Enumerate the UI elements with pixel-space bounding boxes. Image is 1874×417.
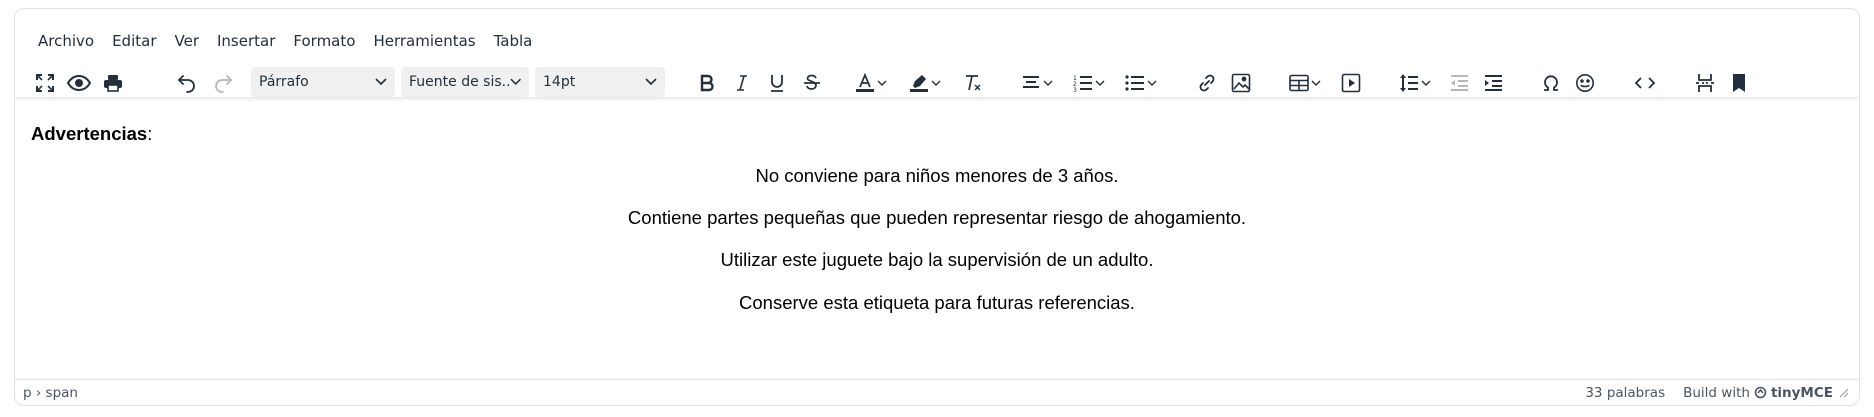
underline-button[interactable] [761, 63, 793, 103]
menu-tabla[interactable]: Tabla [485, 24, 542, 58]
undo-icon [178, 75, 195, 93]
anchor-button[interactable] [1723, 63, 1755, 103]
branding-link[interactable]: Build with tinyMCE [1683, 385, 1833, 401]
resize-handle-icon[interactable] [1839, 388, 1849, 398]
statusbar: p › span 33 palabras Build with tinyMCE [15, 379, 1859, 405]
align-button[interactable] [1017, 63, 1061, 103]
fullscreen-icon [36, 74, 54, 92]
chevron-down-icon [1095, 80, 1105, 86]
word-count[interactable]: 33 palabras [1585, 385, 1665, 401]
font-family-value: Fuente de sis... [409, 74, 510, 90]
chevron-down-icon [1311, 80, 1321, 86]
preview-icon [67, 74, 91, 92]
undo-button[interactable] [171, 63, 203, 103]
warning-line-3: Utilizar este juguete bajo la supervisió… [720, 249, 1154, 270]
emoji-button[interactable] [1569, 63, 1601, 103]
image-icon [1231, 73, 1251, 93]
numbered-list-icon: 123 [1073, 75, 1092, 92]
media-icon [1341, 73, 1361, 93]
fullscreen-button[interactable] [29, 63, 61, 103]
warning-line-4: Conserve esta etiqueta para futuras refe… [739, 292, 1135, 313]
special-character-button[interactable] [1535, 63, 1567, 103]
chevron-down-icon [645, 78, 657, 86]
preview-button[interactable] [63, 63, 95, 103]
warnings-heading-text: Advertencias [31, 123, 148, 144]
menu-formato[interactable]: Formato [284, 24, 364, 58]
link-button[interactable] [1191, 63, 1223, 103]
image-button[interactable] [1225, 63, 1257, 103]
warnings-heading: Advertencias: [31, 123, 152, 145]
chevron-down-icon [1043, 80, 1053, 86]
build-with-label: Build with [1683, 384, 1750, 401]
chevron-down-icon [931, 80, 941, 86]
editor-container: Archivo Editar Ver Insertar Formato Herr… [14, 8, 1860, 406]
block-format-value: Párrafo [259, 74, 309, 90]
warnings-heading-suffix: : [147, 123, 153, 144]
chevron-down-icon [1147, 80, 1157, 86]
menu-archivo[interactable]: Archivo [29, 24, 103, 58]
emoji-icon [1576, 74, 1594, 92]
redo-icon [215, 75, 232, 93]
chevron-down-icon [1421, 80, 1431, 86]
indent-button[interactable] [1477, 63, 1509, 103]
align-center-icon [1023, 76, 1039, 88]
highlight-icon [910, 75, 928, 92]
outdent-button[interactable] [1443, 63, 1475, 103]
table-button[interactable] [1285, 63, 1329, 103]
text-color-icon [856, 73, 874, 92]
remove-format-icon [966, 75, 981, 91]
indent-icon [1485, 75, 1502, 91]
chevron-down-icon [510, 78, 521, 85]
brand-name: tinyMCE [1770, 384, 1833, 401]
source-code-button[interactable] [1629, 63, 1661, 103]
font-family-select[interactable]: Fuente de sis... [401, 67, 529, 97]
font-size-value: 14pt [543, 74, 576, 90]
line-height-icon [1400, 74, 1418, 92]
bullet-list-button[interactable] [1121, 63, 1165, 103]
highlight-button[interactable] [905, 63, 949, 103]
bold-icon [700, 74, 714, 92]
chevron-down-icon [877, 80, 887, 86]
menu-editar[interactable]: Editar [103, 24, 165, 58]
tinymce-logo-icon [1754, 386, 1767, 399]
warning-line-1: No conviene para niños menores de 3 años… [755, 165, 1119, 186]
font-size-select[interactable]: 14pt [535, 67, 665, 97]
text-color-button[interactable] [851, 63, 895, 103]
strikethrough-button[interactable] [796, 63, 828, 103]
table-icon [1289, 74, 1309, 92]
chevron-down-icon [375, 78, 387, 86]
page-break-button[interactable] [1689, 63, 1721, 103]
menubar: Archivo Editar Ver Insertar Formato Herr… [29, 21, 541, 61]
bold-button[interactable] [691, 63, 723, 103]
menu-ver[interactable]: Ver [166, 24, 209, 58]
italic-icon [737, 75, 747, 91]
block-format-select[interactable]: Párrafo [251, 67, 395, 97]
strikethrough-icon [804, 74, 820, 90]
element-path[interactable]: p › span [23, 385, 1585, 401]
warning-line-2: Contiene partes pequeñas que pueden repr… [627, 207, 1247, 228]
italic-button[interactable] [726, 63, 758, 103]
numbered-list-button[interactable]: 123 [1069, 63, 1113, 103]
editor-content-area[interactable]: Advertencias: No conviene para niños men… [15, 97, 1859, 379]
bullet-list-icon [1125, 75, 1144, 91]
page-break-icon [1696, 74, 1714, 92]
editor-header: Archivo Editar Ver Insertar Formato Herr… [15, 9, 1859, 97]
remove-format-button[interactable] [957, 63, 989, 103]
svg-text:3: 3 [1073, 87, 1077, 92]
special-char-icon [1544, 75, 1558, 91]
redo-button[interactable] [207, 63, 239, 103]
media-button[interactable] [1335, 63, 1367, 103]
menu-insertar[interactable]: Insertar [208, 24, 284, 58]
menu-herramientas[interactable]: Herramientas [364, 24, 484, 58]
print-button[interactable] [97, 63, 129, 103]
underline-icon [771, 75, 783, 92]
print-icon [104, 75, 122, 92]
link-icon [1199, 74, 1215, 92]
line-height-button[interactable] [1395, 63, 1439, 103]
source-code-icon [1635, 77, 1655, 89]
anchor-icon [1733, 74, 1745, 92]
outdent-icon [1451, 75, 1468, 91]
